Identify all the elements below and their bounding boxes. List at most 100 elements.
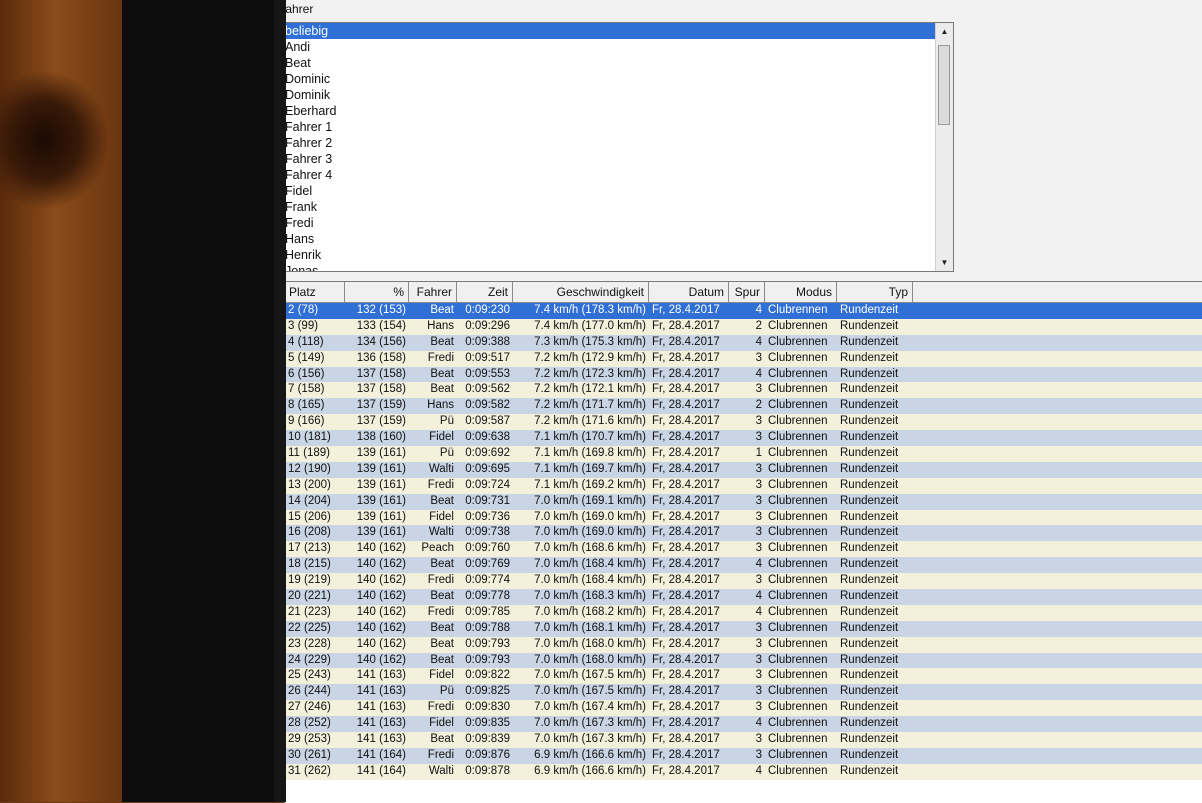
driver-item[interactable]: beliebig	[281, 23, 953, 39]
driver-item[interactable]: Fahrer 1	[281, 119, 953, 135]
table-row[interactable]: 20 (221) 140 (162) Beat 0:09:778 7.0 km/h (1…	[285, 589, 1202, 605]
table-cell: 3	[755, 462, 762, 475]
table-row[interactable]: 23 (228) 140 (162) Beat 0:09:793 7.0 km/h (1…	[285, 636, 1202, 653]
table-row[interactable]: 27 (246) 141 (163) Fredi 0:09:830 7.0 km/h (…	[285, 700, 1202, 717]
table-row[interactable]: 10 (181) 138 (160) Fidel 0:09:638 7.1 km/h (…	[285, 430, 1202, 447]
driver-item[interactable]: Henrik	[281, 247, 953, 263]
table-cell: 24 (229)	[288, 653, 331, 666]
results-table[interactable]: Platz% Fahrer Zeit Geschwindigkeit Datum Spur…	[284, 281, 1202, 803]
driver-item[interactable]: Fahrer 4	[281, 167, 953, 183]
table-cell: Clubrennen	[768, 494, 828, 507]
listbox-scrollbar[interactable]: ▲ ▼	[935, 23, 953, 271]
driver-item[interactable]: Eberhard	[281, 103, 953, 119]
table-cell: 28 (252)	[288, 717, 331, 730]
driver-item[interactable]: Hans	[281, 231, 953, 247]
table-cell: Rundenzeit	[840, 701, 899, 714]
table-cell: Fr, 28.4.2017	[652, 764, 720, 777]
column-header[interactable]: Modus	[765, 282, 837, 302]
table-cell: Pü	[439, 415, 454, 428]
table-row[interactable]: 26 (244) 141 (163) Pü 0:09:825 7.0 km/h (167…	[285, 684, 1202, 701]
table-row[interactable]: 7 (158) 137 (158) Beat 0:09:562 7.2 km/h (17…	[285, 382, 1202, 399]
table-row[interactable]: 5 (149) 136 (158) Fredi 0:09:517 7.2 km/h (1…	[285, 350, 1202, 367]
driver-item[interactable]: Beat	[281, 55, 953, 71]
driver-item[interactable]: Fahrer 2	[281, 135, 953, 151]
screen-edge-shadow	[274, 0, 286, 802]
column-header[interactable]: Fahrer	[409, 282, 457, 302]
table-cell: 140 (162)	[356, 558, 406, 571]
driver-item[interactable]: Andi	[281, 39, 953, 55]
column-header[interactable]: Geschwindigkeit	[513, 282, 649, 302]
table-cell: Fredi	[427, 574, 454, 587]
table-cell: Rundenzeit	[840, 526, 899, 539]
table-cell: Fr, 28.4.2017	[652, 510, 720, 523]
column-header[interactable]: Spur	[729, 282, 765, 302]
table-cell: 7.0 km/h (167.5 km/h)	[534, 685, 646, 698]
table-row[interactable]: 28 (252) 141 (163) Fidel 0:09:835 7.0 km/h (…	[285, 716, 1202, 733]
table-cell: 7.3 km/h (175.3 km/h)	[534, 335, 646, 348]
table-cell: 4	[755, 558, 762, 571]
table-row[interactable]: 14 (204) 139 (161) Beat 0:09:731 7.0 km/h (1…	[285, 493, 1202, 510]
table-cell: Clubrennen	[768, 621, 828, 634]
driver-item[interactable]: Dominic	[281, 71, 953, 87]
table-cell: Rundenzeit	[840, 351, 899, 364]
table-row[interactable]: 24 (229) 140 (162) Beat 0:09:793 7.0 km/h (1…	[285, 652, 1202, 669]
table-row[interactable]: 2 (78) 132 (153) Beat 0:09:230 7.4 km/h (178…	[285, 303, 1202, 319]
table-cell: Fredi	[427, 478, 454, 491]
column-header[interactable]: Typ	[837, 282, 913, 302]
column-header[interactable]: Datum	[649, 282, 729, 302]
table-cell: Rundenzeit	[840, 335, 899, 348]
table-cell: Fr, 28.4.2017	[652, 733, 720, 746]
table-cell: 3	[755, 733, 762, 746]
table-row[interactable]: 18 (215) 140 (162) Beat 0:09:769 7.0 km/h (1…	[285, 557, 1202, 574]
table-cell: 0:09:774	[465, 574, 510, 587]
table-cell: 140 (162)	[356, 637, 406, 650]
column-header[interactable]: Zeit	[457, 282, 513, 302]
table-cell: 7.0 km/h (168.1 km/h)	[534, 621, 646, 634]
table-row[interactable]: 4 (118) 134 (156) Beat 0:09:388 7.3 km/h (17…	[285, 334, 1202, 351]
table-cell: 7.0 km/h (168.4 km/h)	[534, 558, 646, 571]
table-row[interactable]: 17 (213) 140 (162) Peach 0:09:760 7.0 km/h (…	[285, 541, 1202, 558]
driver-item[interactable]: Fahrer 3	[281, 151, 953, 167]
table-row[interactable]: 13 (200) 139 (161) Fredi 0:09:724 7.1 km/h (…	[285, 477, 1202, 494]
table-row[interactable]: 21 (223) 140 (162) Fredi 0:09:785 7.0 km/h (…	[285, 604, 1202, 621]
driver-item[interactable]: Jonas	[281, 263, 953, 271]
driver-item[interactable]: Fredi	[281, 215, 953, 231]
table-cell: 7.1 km/h (169.7 km/h)	[534, 462, 646, 475]
table-cell: 7.0 km/h (167.3 km/h)	[534, 717, 646, 730]
table-cell: Clubrennen	[768, 335, 828, 348]
table-row[interactable]: 31 (262) 141 (164) Walti 0:09:878 6.9 km/h (…	[285, 763, 1202, 780]
table-row[interactable]: 3 (99) 133 (154) Hans 0:09:296 7.4 km/h (177…	[285, 318, 1202, 335]
table-cell: 3	[755, 415, 762, 428]
column-header[interactable]: %	[345, 282, 409, 302]
table-row[interactable]: 8 (165) 137 (159) Hans 0:09:582 7.2 km/h (17…	[285, 398, 1202, 415]
table-cell: 1	[755, 447, 762, 460]
table-row[interactable]: 19 (219) 140 (162) Fredi 0:09:774 7.0 km/h (…	[285, 573, 1202, 590]
driver-item[interactable]: Fidel	[281, 183, 953, 199]
table-cell: Beat	[430, 304, 454, 316]
table-cell: Fidel	[429, 717, 454, 730]
table-row[interactable]: 9 (166) 137 (159) Pü 0:09:587 7.2 km/h (171.…	[285, 414, 1202, 431]
table-cell: Rundenzeit	[840, 494, 899, 507]
table-row[interactable]: 16 (208) 139 (161) Walti 0:09:738 7.0 km/h (…	[285, 525, 1202, 542]
table-row[interactable]: 6 (156) 137 (158) Beat 0:09:553 7.2 km/h (17…	[285, 366, 1202, 383]
table-cell: 3	[755, 637, 762, 650]
table-row[interactable]: 15 (206) 139 (161) Fidel 0:09:736 7.0 km/h (…	[285, 509, 1202, 526]
scroll-up-icon[interactable]: ▲	[936, 23, 953, 40]
table-row[interactable]: 30 (261) 141 (164) Fredi 0:09:876 6.9 km/h (…	[285, 747, 1202, 764]
table-row[interactable]: 25 (243) 141 (163) Fidel 0:09:822 7.0 km/h (…	[285, 668, 1202, 685]
table-row[interactable]: 29 (253) 141 (163) Beat 0:09:839 7.0 km/h (1…	[285, 732, 1202, 748]
table-cell: Rundenzeit	[840, 415, 899, 428]
scroll-down-icon[interactable]: ▼	[936, 254, 953, 271]
table-cell: 140 (162)	[356, 653, 406, 666]
column-header[interactable]: Platz	[285, 282, 345, 302]
scroll-thumb[interactable]	[938, 45, 950, 125]
table-cell: 141 (164)	[356, 748, 406, 761]
table-row[interactable]: 22 (225) 140 (162) Beat 0:09:788 7.0 km/h (1…	[285, 620, 1202, 637]
table-cell: 7.1 km/h (170.7 km/h)	[534, 431, 646, 444]
driver-listbox[interactable]: beliebig Andi Beat Dominic Dominik Eberhard Fa…	[280, 22, 954, 272]
driver-item[interactable]: Frank	[281, 199, 953, 215]
table-row[interactable]: 12 (190) 139 (161) Walti 0:09:695 7.1 km/h (…	[285, 461, 1202, 478]
table-cell: 19 (219)	[288, 574, 331, 587]
table-row[interactable]: 11 (189) 139 (161) Pü 0:09:692 7.1 km/h (169…	[285, 446, 1202, 462]
driver-item[interactable]: Dominik	[281, 87, 953, 103]
